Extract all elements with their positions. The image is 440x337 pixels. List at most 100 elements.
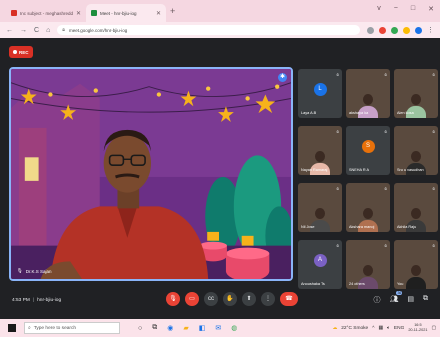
- muted-mic-icon: ⦸: [336, 243, 339, 248]
- participant-name: You: [397, 282, 404, 286]
- tab-search-icon[interactable]: v: [377, 5, 381, 13]
- notification-icon[interactable]: ▢: [431, 326, 436, 331]
- camera-indicator-icon[interactable]: [367, 26, 374, 34]
- participant-name: Sru u vasudhan: [397, 168, 424, 172]
- edge-icon[interactable]: ◉: [167, 324, 173, 332]
- chat-icon[interactable]: ▤: [407, 295, 414, 305]
- store-icon[interactable]: ◧: [199, 324, 206, 332]
- file-explorer-icon[interactable]: ▰: [183, 324, 188, 332]
- presenter-label: 🎙︎ Dr.K.S Sajan: [17, 268, 51, 274]
- participant-tile[interactable]: S ⦸ SNEHA R A: [346, 126, 390, 175]
- end-call-icon[interactable]: ☎︎: [280, 292, 298, 306]
- participant-tile[interactable]: ⦸ akshaya ka: [346, 69, 390, 118]
- people-icon[interactable]: 👥︎ 36: [389, 291, 403, 305]
- search-icon: ⌕: [28, 326, 31, 331]
- participant-name: Akshara manoj: [349, 225, 375, 229]
- window-controls: v − □ ✕: [377, 5, 434, 13]
- clock-date: 20-11-2021: [408, 328, 428, 332]
- network-icon[interactable]: ▦: [378, 326, 383, 331]
- weather-text[interactable]: 22°C Smoke: [341, 326, 368, 331]
- participant-tile[interactable]: ⦸ Alen kosa: [394, 69, 438, 118]
- extension-icon[interactable]: [403, 26, 410, 34]
- taskbar-clock[interactable]: 16:5 20-11-2021: [408, 323, 427, 333]
- call-controls: 🎙︎ ▭ cc ✋ ⬆ ⋮ ☎︎: [166, 292, 298, 306]
- participant-tile[interactable]: ⦸ Nayan Ramaraj: [298, 126, 342, 175]
- pin-icon[interactable]: ✱: [278, 73, 287, 82]
- language-icon[interactable]: ENG: [394, 326, 404, 331]
- muted-mic-icon: ⦸: [384, 72, 387, 77]
- meeting-code[interactable]: hnr-bjiu-iog: [37, 298, 61, 303]
- reload-button[interactable]: C: [34, 27, 39, 34]
- side-controls: ⓘ 👥︎ 36 ▤ ⧉: [373, 291, 428, 305]
- browser-tab-strip: Inc subject - meghashreddy ✕ Meet - hnr-…: [0, 0, 440, 22]
- participant-name: Alen kosa: [397, 111, 414, 115]
- participant-tile[interactable]: ⦸ You: [394, 240, 438, 289]
- menu-icon[interactable]: ⋮: [427, 26, 434, 34]
- meeting-details: 4:53 PM | hnr-bjiu-iog: [12, 298, 61, 303]
- participant-tile[interactable]: A ⦸ Anoushaka Ts: [298, 240, 342, 289]
- participant-name: Nil Jose: [301, 225, 315, 229]
- participant-name: Anoushaka Ts: [301, 282, 325, 286]
- participant-tile[interactable]: L ⦸ Laya A.B: [298, 69, 342, 118]
- meeting-time: 4:53 PM: [12, 298, 30, 303]
- participant-name: SNEHA R A: [349, 168, 370, 172]
- meeting-info-button[interactable]: ⓘ: [373, 295, 380, 305]
- task-view-icon[interactable]: ⧉: [152, 324, 157, 332]
- taskbar-search[interactable]: ⌕ Type here to search: [24, 322, 120, 334]
- present-icon[interactable]: ⬆: [242, 292, 256, 306]
- address-bar[interactable]: 🔒︎ meet.google.com/hnr-bjiu-iog: [57, 25, 360, 35]
- cortana-icon[interactable]: ○: [138, 325, 142, 332]
- muted-mic-icon: ⦸: [432, 243, 435, 248]
- more-options-button[interactable]: ⋮: [261, 292, 275, 306]
- maximize-button[interactable]: □: [411, 5, 415, 13]
- chrome-icon[interactable]: ◍: [231, 324, 237, 332]
- taskbar-apps: ○ ⧉ ◉ ▰ ◧ ✉ ◍: [138, 324, 237, 332]
- participant-tile[interactable]: ⦸ Akshara manoj: [346, 183, 390, 232]
- extension-icon[interactable]: [379, 26, 386, 34]
- new-tab-button[interactable]: +: [170, 6, 175, 16]
- forward-button[interactable]: →: [20, 27, 27, 34]
- windows-start-icon[interactable]: [8, 324, 16, 332]
- recording-label: REC: [19, 49, 29, 55]
- presenter-video: [11, 69, 291, 279]
- home-button[interactable]: ⌂: [46, 27, 50, 34]
- tab-title: Meet - hnr-bjiu-iog: [100, 10, 137, 16]
- mic-off-icon[interactable]: 🎙︎: [166, 292, 180, 306]
- close-window-button[interactable]: ✕: [428, 5, 434, 13]
- lock-icon: 🔒︎: [62, 27, 65, 33]
- participant-tile[interactable]: ⦸ Sru u vasudhan: [394, 126, 438, 175]
- participant-avatar: S: [361, 140, 375, 154]
- system-tray: ☁ 22°C Smoke ^ ▦ 🔈︎ ENG 16:5 20-11-2021 …: [332, 323, 436, 333]
- muted-mic-icon: ⦸: [432, 186, 435, 191]
- tray-arrow-icon[interactable]: ^: [372, 326, 374, 331]
- mail-icon[interactable]: ✉: [215, 324, 221, 332]
- mic-icon: 🎙︎: [17, 268, 23, 273]
- profile-avatar[interactable]: [415, 26, 422, 34]
- minimize-button[interactable]: −: [394, 5, 398, 13]
- participant-name: Akhila Raju: [397, 225, 417, 229]
- tab-close-icon[interactable]: ✕: [76, 10, 81, 17]
- extension-icon[interactable]: [391, 26, 398, 34]
- browser-tab[interactable]: Inc subject - meghashreddy ✕: [6, 4, 86, 22]
- browser-tab-active[interactable]: Meet - hnr-bjiu-iog ✕: [86, 4, 166, 22]
- participant-name: Laya A.B: [301, 111, 317, 115]
- muted-mic-icon: ⦸: [432, 129, 435, 134]
- volume-icon[interactable]: 🔈︎: [387, 325, 390, 331]
- activities-icon[interactable]: ⧉: [423, 295, 428, 305]
- weather-icon: ☁: [332, 325, 338, 331]
- tab-close-icon[interactable]: ✕: [156, 10, 161, 17]
- captions-button[interactable]: cc: [204, 292, 218, 306]
- separator: |: [32, 298, 35, 303]
- back-button[interactable]: ←: [6, 27, 13, 34]
- presenter-video-tile[interactable]: ✱ 🎙︎ Dr.K.S Sajan: [9, 67, 293, 281]
- participant-tile[interactable]: ⦸ Akhila Raju: [394, 183, 438, 232]
- raise-hand-button[interactable]: ✋: [223, 292, 237, 306]
- muted-mic-icon: ⦸: [336, 186, 339, 191]
- participant-tile[interactable]: ⦸ 24 others: [346, 240, 390, 289]
- url-text[interactable]: meet.google.com/hnr-bjiu-iog: [69, 28, 355, 33]
- participant-tile[interactable]: ⦸ Nil Jose: [298, 183, 342, 232]
- muted-mic-icon: ⦸: [336, 72, 339, 77]
- gmail-favicon-icon: [11, 10, 17, 16]
- camera-off-icon[interactable]: ▭: [185, 292, 199, 306]
- extension-icons: ⋮: [367, 26, 434, 34]
